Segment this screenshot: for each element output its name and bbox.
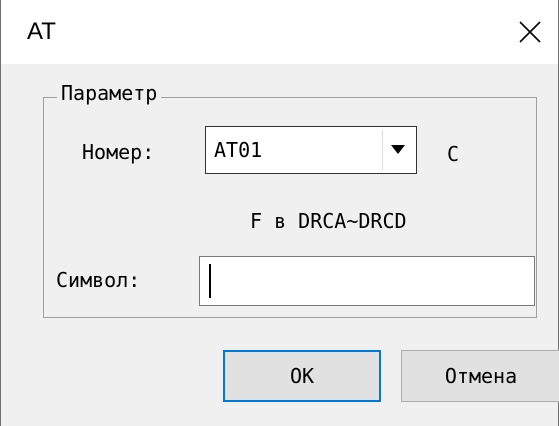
unit-label: C <box>447 142 460 166</box>
number-select[interactable]: AT01 <box>205 126 417 174</box>
dropdown-button[interactable] <box>382 130 413 170</box>
symbol-input[interactable] <box>199 256 535 306</box>
window-title: AT <box>27 18 56 45</box>
number-select-value: AT01 <box>214 138 263 162</box>
close-button[interactable] <box>508 10 552 54</box>
range-text: F в DRCA~DRCD <box>250 209 407 233</box>
dialog-window: AT Параметр Номер: AT01 C F в DRCA~DRCD … <box>0 0 559 426</box>
chevron-down-icon <box>391 145 405 154</box>
text-cursor <box>209 264 211 298</box>
number-label: Номер: <box>82 140 155 164</box>
symbol-label: Символ: <box>56 268 141 292</box>
cancel-button[interactable]: Отмена <box>401 350 559 402</box>
ok-button[interactable]: OK <box>223 350 381 402</box>
parameter-group-label: Параметр <box>57 81 162 105</box>
close-icon <box>519 21 541 43</box>
title-bar: AT <box>1 0 558 64</box>
